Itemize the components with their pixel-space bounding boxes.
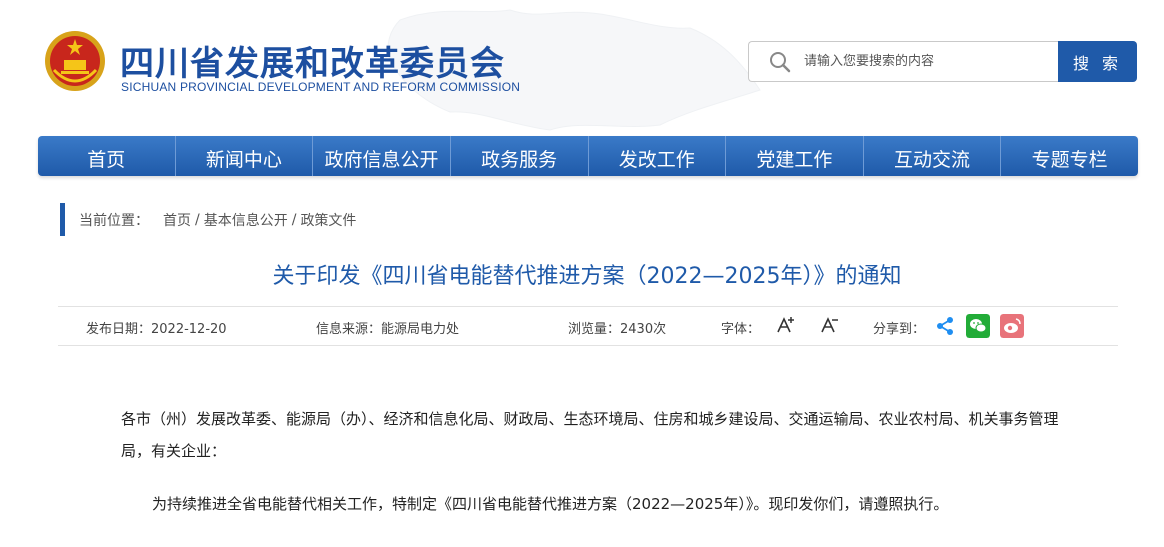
publish-date: 发布日期：2022-12-20: [86, 322, 227, 337]
share-icon[interactable]: [933, 314, 957, 338]
paragraph-text: 为持续推进全省电能替代相关工作，特制定《四川省电能替代推进方案（2022—202…: [152, 495, 949, 513]
wechat-icon[interactable]: [966, 314, 990, 338]
salutation-text: 各市（州）发展改革委、能源局（办）、经济和信息化局、财政局、生态环境局、住房和城…: [121, 410, 1059, 460]
site-subtitle: SICHUAN PROVINCIAL DEVELOPMENT AND REFOR…: [121, 80, 521, 94]
font-decrease-icon[interactable]: [820, 315, 840, 335]
view-count: 浏览量：2430次: [568, 322, 667, 337]
nav-item-news[interactable]: 新闻中心: [176, 136, 314, 176]
article-meta-bar: 发布日期：2022-12-20 信息来源：能源局电力处 浏览量：2430次 字体…: [58, 306, 1118, 346]
breadcrumb-label: 当前位置：: [79, 212, 149, 229]
font-increase-icon[interactable]: [776, 315, 796, 335]
article-title: 关于印发《四川省电能替代推进方案（2022—2025年）》的通知: [272, 264, 902, 289]
breadcrumb-separator: /: [195, 211, 200, 228]
site-title: 四川省发展和改革委员会: [120, 44, 505, 84]
national-emblem-icon: [45, 31, 105, 91]
breadcrumb-separator: /: [291, 211, 297, 228]
breadcrumb-policy-link[interactable]: 政策文件: [300, 210, 356, 230]
nav-item-interaction[interactable]: 互动交流: [864, 136, 1002, 176]
font-size-label: 字体：: [721, 322, 761, 337]
nav-item-party[interactable]: 党建工作: [726, 136, 864, 176]
nav-item-work[interactable]: 发改工作: [589, 136, 727, 176]
nav-item-gov-info[interactable]: 政府信息公开: [313, 136, 451, 176]
search-icon: [770, 52, 791, 73]
main-nav: 首页 新闻中心 政府信息公开 政务服务 发改工作 党建工作 互动交流 专题专栏: [38, 136, 1138, 176]
info-source: 信息来源：能源局电力处: [316, 322, 460, 337]
breadcrumb-info-link[interactable]: 基本信息公开: [204, 210, 288, 230]
nav-item-services[interactable]: 政务服务: [451, 136, 589, 176]
breadcrumb-home-link[interactable]: 首页: [163, 210, 191, 230]
search-input[interactable]: [804, 42, 1044, 81]
nav-item-topics[interactable]: 专题专栏: [1001, 136, 1138, 176]
site-header: 四川省发展和改革委员会 SICHUAN PROVINCIAL DEVELOPME…: [0, 0, 1164, 131]
share-label: 分享到：: [873, 322, 926, 337]
search-box: [748, 41, 1060, 82]
weibo-icon[interactable]: [1000, 314, 1024, 338]
breadcrumb: 当前位置： 首页 / 基本信息公开 / 政策文件: [60, 203, 356, 236]
search-button[interactable]: 搜 索: [1058, 41, 1137, 82]
nav-item-home[interactable]: 首页: [38, 136, 176, 176]
